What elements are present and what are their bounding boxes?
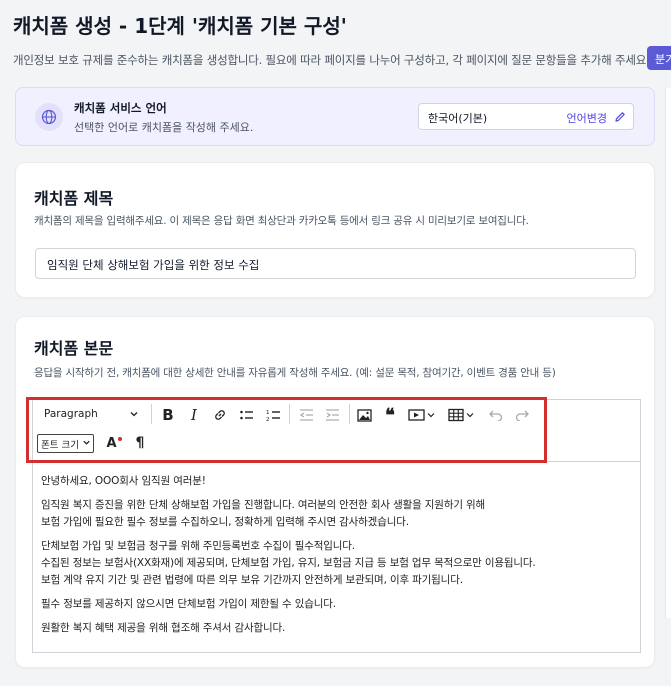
language-subtitle: 선택한 언어로 캐치폼을 작성해 주세요.: [74, 121, 254, 134]
svg-text:1: 1: [266, 410, 270, 416]
link-icon[interactable]: [209, 404, 231, 426]
bulleted-list-icon[interactable]: [235, 404, 257, 426]
content-line: 보험 계약 유지 기간 및 관련 법령에 따른 의무 보유 기간까지 안전하게 …: [41, 574, 463, 586]
form-title-heading: 캐치폼 제목: [34, 189, 114, 208]
language-current-value: 한국어(기본): [428, 112, 488, 125]
language-title: 캐치폼 서비스 언어: [74, 101, 167, 115]
outdent-icon[interactable]: [295, 404, 317, 426]
language-change-button[interactable]: 언어변경: [567, 110, 607, 126]
media-embed-icon[interactable]: [405, 404, 439, 426]
editor-content[interactable]: 안녕하세요, OOO회사 임직원 여러분! 임직원 복지 증진을 위한 단체 상…: [33, 462, 640, 652]
language-section: 캐치폼 서비스 언어 선택한 언어로 캐치폼을 작성해 주세요. 한국어(기본)…: [15, 87, 655, 146]
globe-icon: [35, 103, 63, 131]
language-selector[interactable]: 한국어(기본) 언어변경: [418, 103, 634, 130]
font-color-indicator: [117, 436, 122, 441]
page-title: 캐치폼 생성 - 1단계 '캐치폼 기본 구성': [13, 14, 347, 38]
right-side-panel-edge: [665, 88, 671, 618]
corner-button[interactable]: 분기: [647, 46, 671, 70]
chevron-down-icon: [82, 438, 91, 450]
redo-icon[interactable]: [511, 404, 533, 426]
table-icon[interactable]: [445, 404, 479, 426]
font-color-icon[interactable]: A: [103, 432, 125, 454]
form-body-card: 캐치폼 본문 응답을 시작하기 전, 캐치폼에 대한 상세한 안내를 자유롭게 …: [15, 316, 655, 668]
content-paragraph: 필수 정보를 제공하지 않으시면 단체보험 가입이 제한될 수 있습니다.: [41, 598, 336, 610]
font-size-value: 폰트 크기: [41, 440, 79, 451]
editor-toolbar: Paragraph B I 12 ❝ 폰트 크기 A ¶: [33, 400, 640, 462]
content-line: 임직원 복지 증진을 위한 단체 상해보험 가입을 진행합니다. 여러분의 안전…: [41, 499, 486, 511]
font-size-dropdown[interactable]: 폰트 크기: [37, 434, 94, 453]
paragraph-style-dropdown[interactable]: Paragraph: [41, 404, 145, 426]
bold-icon[interactable]: B: [157, 404, 179, 426]
paragraph-style-value: Paragraph: [44, 408, 98, 420]
undo-icon[interactable]: [485, 404, 507, 426]
form-title-input[interactable]: 임직원 단체 상해보험 가입을 위한 정보 수집: [35, 248, 636, 279]
toolbar-divider: [349, 404, 350, 424]
form-body-description: 응답을 시작하기 전, 캐치폼에 대한 상세한 안내를 자유롭게 작성해 주세요…: [34, 367, 556, 379]
rich-text-editor: Paragraph B I 12 ❝ 폰트 크기 A ¶ 안녕하세요, OOO회…: [32, 399, 641, 653]
pencil-icon[interactable]: [613, 109, 627, 128]
form-title-description: 캐치폼의 제목을 입력해주세요. 이 제목은 응답 화면 최상단과 카카오톡 등…: [34, 215, 529, 227]
image-icon[interactable]: [353, 404, 375, 426]
numbered-list-icon[interactable]: 12: [262, 404, 284, 426]
italic-icon[interactable]: I: [183, 404, 205, 426]
chevron-down-icon: [129, 409, 139, 422]
paragraph-mark-icon[interactable]: ¶: [129, 432, 151, 454]
indent-icon[interactable]: [321, 404, 343, 426]
svg-text:2: 2: [266, 417, 270, 422]
toolbar-divider: [289, 404, 290, 424]
form-title-card: 캐치폼 제목 캐치폼의 제목을 입력해주세요. 이 제목은 응답 화면 최상단과…: [15, 162, 655, 298]
content-paragraph: 안녕하세요, OOO회사 임직원 여러분!: [41, 475, 206, 487]
content-line: 보험 가입에 필요한 필수 정보를 수집하오니, 정확하게 입력해 주시면 감사…: [41, 516, 409, 528]
content-paragraph: 원활한 복지 혜택 제공을 위해 협조해 주셔서 감사합니다.: [41, 622, 286, 634]
content-line: 수집된 정보는 보험사(XX화재)에 제공되며, 단체보험 가입, 유지, 보험…: [41, 557, 536, 569]
content-line: 단체보험 가입 및 보험금 청구를 위해 주민등록번호 수집이 필수적입니다.: [41, 540, 355, 552]
page-description: 개인정보 보호 규제를 준수하는 캐치폼을 생성합니다. 필요에 따라 페이지를…: [13, 53, 650, 67]
content-paragraph: 단체보험 가입 및 보험금 청구를 위해 주민등록번호 수집이 필수적입니다. …: [41, 538, 632, 589]
toolbar-divider: [151, 404, 152, 424]
form-body-heading: 캐치폼 본문: [34, 339, 114, 358]
content-paragraph: 임직원 복지 증진을 위한 단체 상해보험 가입을 진행합니다. 여러분의 안전…: [41, 497, 632, 531]
blockquote-icon[interactable]: ❝: [379, 404, 401, 426]
